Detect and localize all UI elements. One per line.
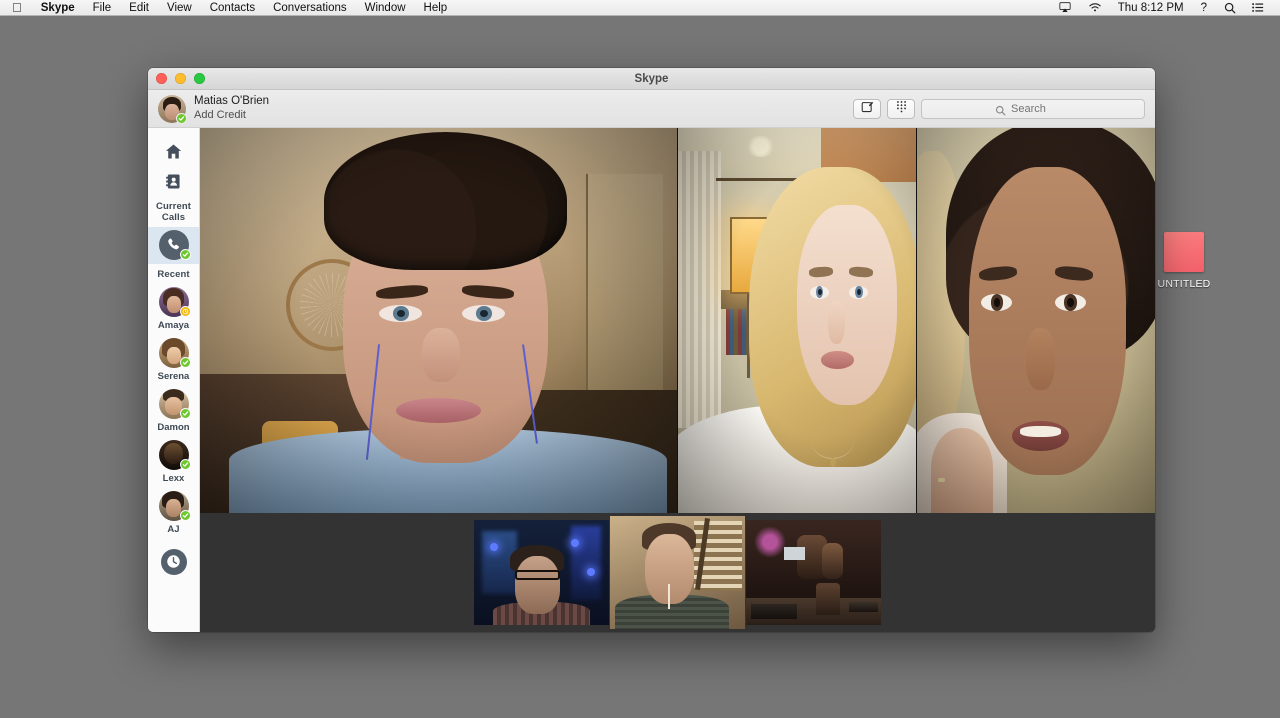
video-tile-participant-3[interactable]	[917, 128, 1155, 513]
sidebar-item-aj[interactable]: AJ	[148, 488, 199, 539]
sidebar-item-label: Serena	[157, 370, 190, 382]
account-text: Matias O'Brien Add Credit	[194, 94, 269, 122]
menu-bar-left:  Skype File Edit View Contacts Conversa…	[0, 0, 456, 15]
status-badge-online	[179, 407, 191, 419]
status-badge-online	[179, 356, 191, 368]
airplay-icon[interactable]	[1050, 2, 1080, 13]
history-clock-icon[interactable]	[160, 548, 187, 575]
video-grid	[200, 128, 1155, 513]
status-badge-away	[179, 305, 191, 317]
menu-item-edit[interactable]: Edit	[120, 0, 158, 16]
video-stream-thumb-1	[474, 520, 609, 625]
sidebar-item-lexx[interactable]: Lexx	[148, 437, 199, 488]
status-badge-online	[179, 458, 191, 470]
contacts-icon[interactable]	[148, 166, 199, 196]
menu-item-skype[interactable]: Skype	[32, 0, 84, 16]
window-title: Skype	[634, 72, 669, 85]
window-controls	[148, 73, 205, 84]
close-button[interactable]	[156, 73, 167, 84]
window-titlebar[interactable]: Skype	[148, 68, 1155, 90]
section-label-current-calls: Current Calls	[155, 201, 191, 223]
status-badge-online	[179, 248, 191, 260]
avatar	[158, 388, 191, 419]
search-input[interactable]	[1011, 102, 1071, 115]
menu-bar-status-area: Thu 8:12 PM ?	[1050, 0, 1280, 15]
video-stream-participant-2	[678, 128, 916, 513]
sidebar-item-label: Lexx	[162, 472, 185, 484]
menu-bar:  Skype File Edit View Contacts Conversa…	[0, 0, 1280, 16]
notification-center-icon[interactable]	[1244, 2, 1272, 13]
window-body: Current Calls Recent Amaya Serena Damon …	[148, 128, 1155, 632]
sidebar-item-serena[interactable]: Serena	[148, 335, 199, 386]
video-tile-participant-2[interactable]	[678, 128, 916, 513]
desktop:  Skype File Edit View Contacts Conversa…	[0, 0, 1280, 718]
menu-item-window[interactable]: Window	[356, 0, 415, 16]
sidebar-item-label: Damon	[157, 421, 190, 433]
section-label-recent: Recent	[157, 268, 190, 280]
current-call-avatar	[158, 229, 191, 260]
menu-item-file[interactable]: File	[84, 0, 121, 16]
help-icon[interactable]: ?	[1192, 0, 1216, 16]
search-icon	[995, 103, 1006, 116]
desktop-icon-label: UNTITLED	[1157, 278, 1211, 290]
video-stream-thumb-3	[746, 520, 881, 625]
video-stream-participant-3	[917, 128, 1155, 513]
status-badge-online	[176, 112, 187, 124]
sidebar: Current Calls Recent Amaya Serena Damon …	[148, 128, 200, 632]
menu-item-view[interactable]: View	[158, 0, 201, 16]
sidebar-item-amaya[interactable]: Amaya	[148, 284, 199, 335]
avatar	[158, 439, 191, 470]
video-tile-main-speaker[interactable]	[200, 128, 677, 513]
account-profile[interactable]: Matias O'Brien Add Credit	[158, 94, 269, 124]
dialpad-button[interactable]	[887, 98, 915, 119]
sidebar-item-label: AJ	[167, 523, 180, 535]
status-badge-online	[179, 509, 191, 521]
avatar	[158, 490, 191, 521]
avatar[interactable]	[158, 94, 187, 124]
desktop-icon-thumbnail	[1164, 232, 1204, 272]
compose-icon	[861, 100, 874, 118]
window-toolbar: Matias O'Brien Add Credit	[148, 90, 1155, 128]
menu-bar-clock[interactable]: Thu 8:12 PM	[1110, 0, 1192, 16]
add-credit-link[interactable]: Add Credit	[194, 109, 269, 123]
toolbar-right	[853, 98, 1145, 119]
search-field[interactable]	[921, 98, 1145, 119]
call-stage	[200, 128, 1155, 632]
filmstrip-thumb-3[interactable]	[746, 520, 881, 625]
sidebar-item-current-call[interactable]	[148, 226, 199, 264]
skype-window[interactable]: Skype Matias O'Brien Add Credit Search C…	[148, 68, 1155, 632]
apple-logo-icon[interactable]: 	[0, 0, 32, 15]
desktop-icon-untitled[interactable]: UNTITLED	[1152, 232, 1216, 290]
avatar	[158, 286, 191, 317]
participant-filmstrip	[200, 513, 1155, 632]
menu-item-help[interactable]: Help	[415, 0, 457, 16]
home-icon[interactable]	[148, 136, 199, 166]
account-name: Matias O'Brien	[194, 95, 270, 108]
spotlight-search-icon[interactable]	[1216, 2, 1244, 14]
filmstrip-thumb-1[interactable]	[474, 520, 609, 625]
compose-button[interactable]	[853, 98, 881, 119]
minimize-button[interactable]	[175, 73, 186, 84]
dialpad-icon	[895, 100, 908, 118]
video-stream-main-speaker	[200, 128, 677, 513]
menu-item-conversations[interactable]: Conversations	[264, 0, 356, 16]
sidebar-item-damon[interactable]: Damon	[148, 386, 199, 437]
avatar	[158, 337, 191, 368]
zoom-button[interactable]	[194, 73, 205, 84]
sidebar-item-label: Amaya	[157, 319, 190, 331]
filmstrip-thumb-2[interactable]	[610, 516, 745, 629]
menu-item-contacts[interactable]: Contacts	[201, 0, 264, 16]
video-stream-thumb-2	[610, 516, 745, 629]
wifi-icon[interactable]	[1080, 2, 1110, 13]
